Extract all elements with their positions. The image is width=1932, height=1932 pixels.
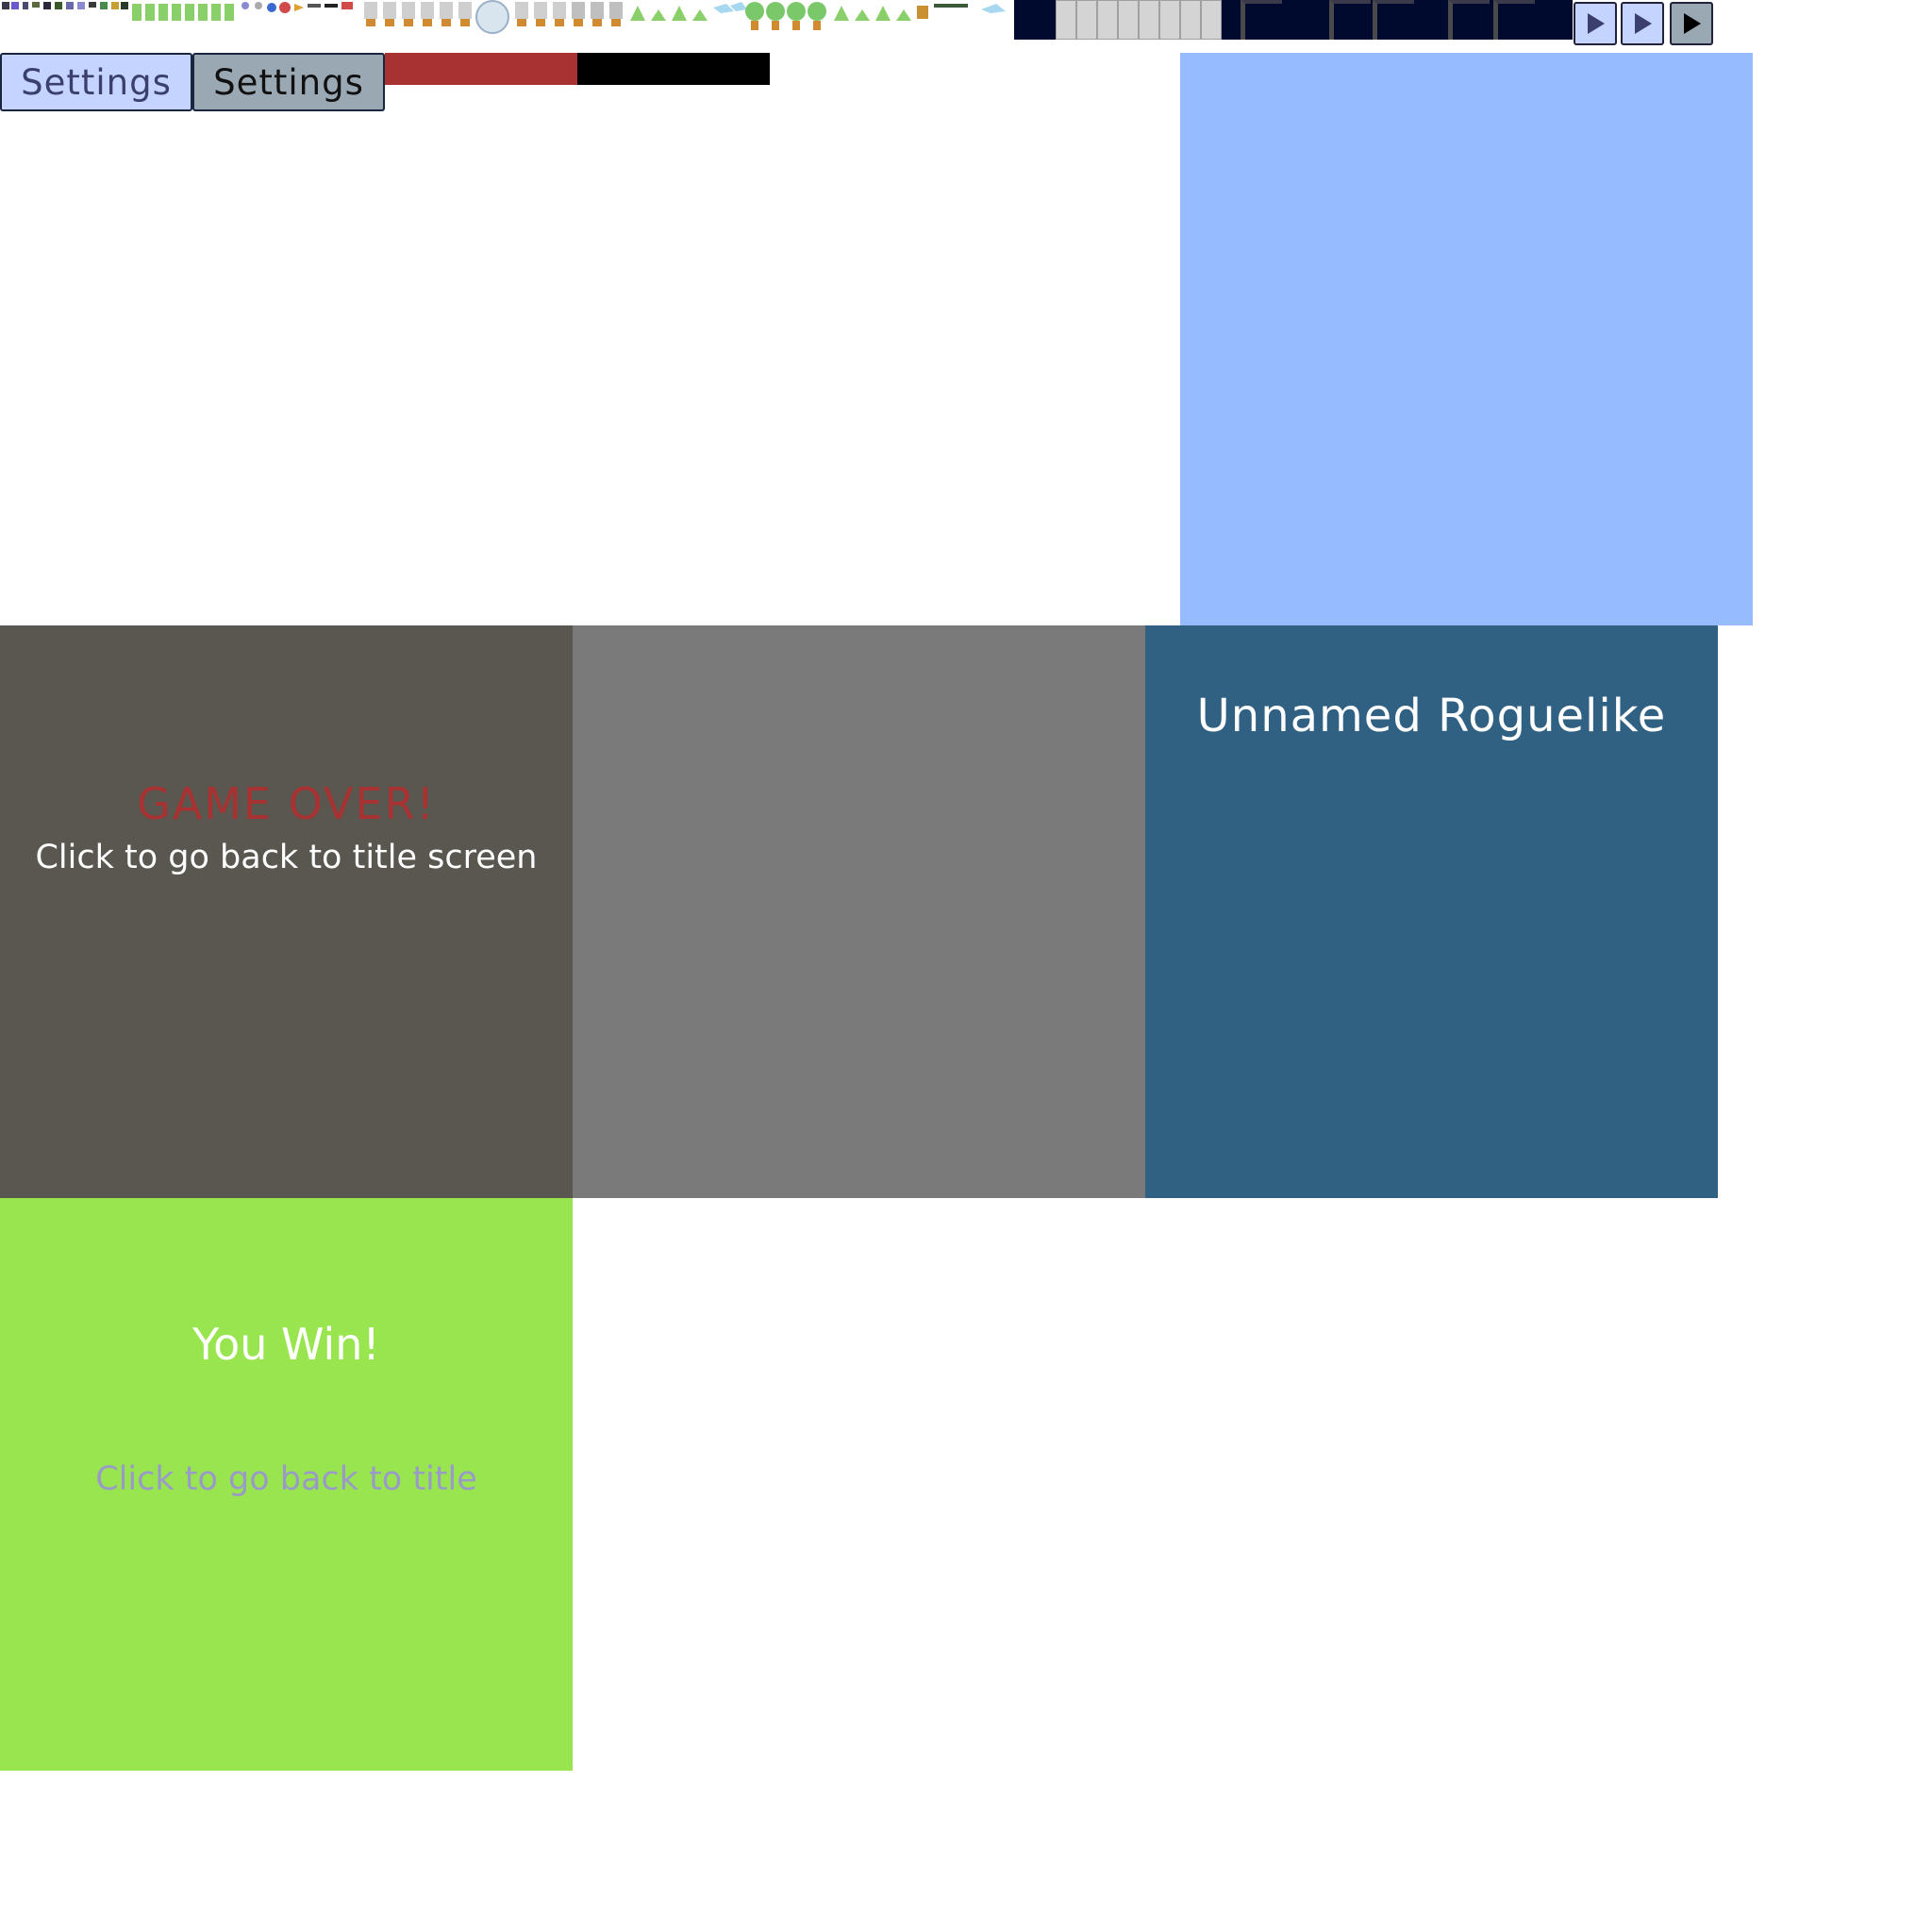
play-icon (1588, 13, 1605, 34)
blue-panel (1180, 53, 1753, 625)
sprite-sheet-strip (0, 0, 1014, 36)
character-sprites-icon (2, 2, 128, 9)
weapon-sprite-icon (934, 4, 968, 8)
item-sprites-icon (242, 2, 353, 13)
orb-sprite-icon (475, 0, 509, 34)
robot-sprites-2-icon (515, 2, 623, 26)
wall-tile (1448, 0, 1490, 40)
goblin-sprites-icon (132, 4, 234, 21)
ghost-sprite-icon (981, 4, 1006, 13)
floor-tile (1076, 0, 1097, 40)
floor-tile (1139, 0, 1159, 40)
floor-tile (1201, 0, 1222, 40)
health-bar-empty (577, 53, 770, 85)
win-screen[interactable]: You Win! Click to go back to title (0, 1198, 573, 1771)
health-bar-fill (385, 53, 577, 85)
tileset-strip (1014, 0, 1573, 40)
settings-button[interactable]: Settings (0, 53, 192, 111)
gray-panel (573, 625, 1145, 1198)
play-button-normal[interactable] (1574, 2, 1617, 45)
floor-tile (1056, 0, 1076, 40)
game-over-screen[interactable]: GAME OVER! Click to go back to title scr… (0, 625, 573, 1198)
wall-tile (1329, 0, 1371, 40)
play-icon (1684, 13, 1701, 34)
floor-tile (1118, 0, 1139, 40)
play-icon (1635, 13, 1652, 34)
title-screen[interactable]: Unnamed Roguelike (1145, 625, 1718, 1198)
floor-tile (1180, 0, 1201, 40)
robot-sprites-icon (364, 2, 472, 26)
game-over-heading: GAME OVER! (137, 778, 436, 829)
win-subtitle: Click to go back to title (95, 1460, 477, 1498)
lizard-sprites-2-icon (834, 6, 911, 21)
floor-tile (1159, 0, 1180, 40)
win-heading: You Win! (192, 1319, 380, 1370)
game-title: Unnamed Roguelike (1196, 690, 1667, 742)
bird-sprites-icon (713, 2, 747, 13)
game-over-subtitle: Click to go back to title screen (35, 839, 538, 876)
wall-tile (1493, 0, 1535, 40)
sprite-sheet-icons (2, 0, 1006, 34)
settings-button-pressed[interactable]: Settings (192, 53, 385, 111)
tree-sprites-icon (745, 2, 826, 30)
play-button-pressed[interactable] (1670, 2, 1713, 45)
floor-tile (1097, 0, 1118, 40)
chest-sprite-icon (917, 6, 928, 19)
wall-tile (1241, 0, 1282, 40)
lizard-sprites-icon (630, 6, 708, 21)
wall-tile (1373, 0, 1414, 40)
play-button-hover[interactable] (1621, 2, 1664, 45)
